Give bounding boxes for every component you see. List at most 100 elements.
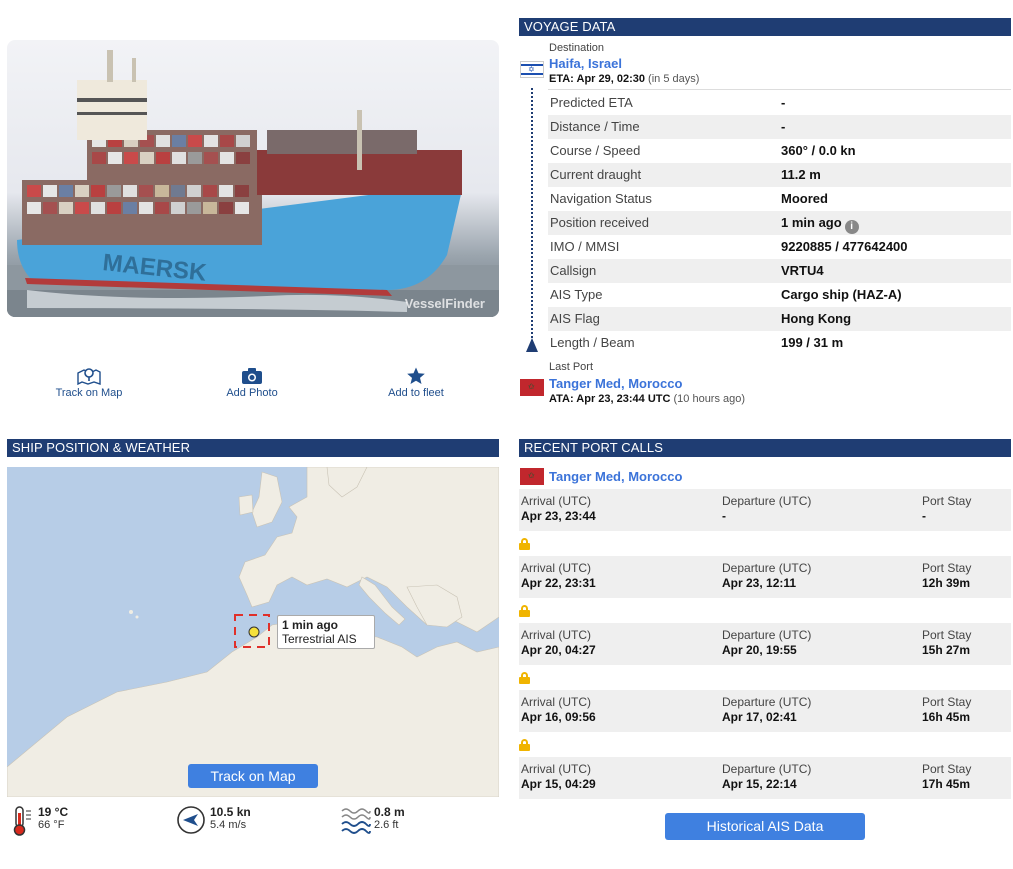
temp-celsius: 19 °C: [38, 805, 69, 819]
arrival-header: Arrival (UTC): [521, 762, 591, 776]
map-tooltip: 1 min ago Terrestrial AIS: [277, 615, 375, 649]
row-predicted-eta: Predicted ETA -: [548, 91, 1011, 115]
track-on-map-label: Track on Map: [55, 387, 123, 399]
recent-port-calls-header: RECENT PORT CALLS: [519, 439, 1011, 457]
departure-cell: Departure (UTC) -: [722, 494, 811, 524]
temp-fahrenheit: 66 °F: [38, 819, 65, 831]
row-callsign: Callsign VRTU4: [548, 259, 1011, 283]
row-label: Predicted ETA: [550, 95, 633, 110]
row-value: 9220885 / 477642400: [781, 239, 908, 254]
route-dotted-line: [531, 88, 533, 350]
stay-value: 15h 27m: [922, 643, 971, 657]
voyage-data-header: VOYAGE DATA: [519, 18, 1011, 36]
stay-cell: Port Stay -: [922, 494, 971, 524]
row-value: Moored: [781, 191, 828, 206]
departure-value: Apr 15, 22:14: [722, 777, 797, 791]
historical-ais-data-button[interactable]: Historical AIS Data: [665, 813, 865, 840]
israel-flag-icon: ✡: [520, 61, 544, 78]
row-label: Current draught: [550, 167, 642, 182]
ata-value: ATA: Apr 23, 23:44 UTC: [549, 393, 671, 405]
departure-header: Departure (UTC): [722, 762, 812, 776]
row-label: IMO / MMSI: [550, 239, 620, 254]
stay-cell: Port Stay 15h 27m: [922, 628, 971, 658]
departure-header: Departure (UTC): [722, 494, 812, 508]
arrival-header: Arrival (UTC): [521, 494, 591, 508]
row-value: VRTU4: [781, 263, 824, 278]
wave-meters: 0.8 m: [374, 805, 405, 819]
arrival-cell: Arrival (UTC) Apr 23, 23:44: [521, 494, 596, 524]
departure-header: Departure (UTC): [722, 628, 812, 642]
ship-illustration: MAERSK: [7, 50, 499, 317]
stay-value: -: [922, 509, 926, 523]
stay-header: Port Stay: [922, 695, 972, 709]
info-icon[interactable]: i: [844, 220, 859, 234]
wind-compass-icon: [177, 806, 205, 834]
stay-cell: Port Stay 16h 45m: [922, 695, 971, 725]
arrival-cell: Arrival (UTC) Apr 22, 23:31: [521, 561, 596, 591]
row-value: Cargo ship (HAZ-A): [781, 287, 902, 302]
row-value: 360° / 0.0 kn: [781, 143, 856, 158]
add-to-fleet-label: Add to fleet: [388, 387, 444, 399]
recent-port-calls-panel: RECENT PORT CALLS ✩ Tanger Med, Morocco …: [519, 439, 1011, 849]
ata-line: ATA: Apr 23, 23:44 UTC (10 hours ago): [549, 393, 745, 405]
map-canvas: [7, 467, 499, 797]
lock-icon[interactable]: [519, 538, 530, 550]
departure-value: Apr 17, 02:41: [722, 710, 797, 724]
row-value: 11.2 m: [781, 167, 821, 182]
departure-cell: Departure (UTC) Apr 17, 02:41: [722, 695, 811, 725]
destination-port-link[interactable]: Haifa, Israel: [549, 56, 622, 71]
arrival-header: Arrival (UTC): [521, 628, 591, 642]
row-value: 199 / 31 m: [781, 335, 844, 350]
stay-value: 12h 39m: [922, 576, 971, 590]
arrival-cell: Arrival (UTC) Apr 16, 09:56: [521, 695, 596, 725]
departure-header: Departure (UTC): [722, 561, 812, 575]
row-label: Callsign: [550, 263, 597, 278]
wave-icon: [341, 808, 371, 834]
stay-header: Port Stay: [922, 762, 972, 776]
add-to-fleet-action[interactable]: Add to fleet: [356, 367, 476, 399]
arrival-value: Apr 23, 23:44: [521, 509, 596, 523]
camera-icon: [242, 368, 262, 384]
stay-header: Port Stay: [922, 494, 972, 508]
lock-icon[interactable]: [519, 739, 530, 751]
ship-photo[interactable]: MAERSK VesselFinder: [7, 40, 499, 317]
row-value: Hong Kong: [781, 311, 852, 326]
morocco-flag-icon: ✩: [520, 379, 544, 396]
port-call-row: Arrival (UTC) Apr 23, 23:44 Departure (UT…: [519, 489, 1011, 531]
row-label: Course / Speed: [550, 143, 641, 158]
row-position-received: Position received 1 min ago i: [548, 211, 1011, 235]
voyage-data-panel: VOYAGE DATA Destination ✡ Haifa, Israel …: [519, 18, 1011, 418]
row-label: AIS Type: [550, 287, 603, 302]
wind-ms: 5.4 m/s: [210, 819, 247, 831]
add-photo-label: Add Photo: [226, 387, 278, 399]
tooltip-source: Terrestrial AIS: [282, 632, 357, 646]
row-value: 1 min ago: [781, 215, 842, 230]
arrival-header: Arrival (UTC): [521, 695, 591, 709]
track-on-map-action[interactable]: Track on Map: [29, 367, 149, 399]
star-icon: [407, 367, 425, 384]
row-label: Length / Beam: [550, 335, 635, 350]
stay-cell: Port Stay 17h 45m: [922, 762, 971, 792]
row-imo-mmsi: IMO / MMSI 9220885 / 477642400: [548, 235, 1011, 259]
row-distance-time: Distance / Time -: [548, 115, 1011, 139]
row-current-draught: Current draught 11.2 m: [548, 163, 1011, 187]
last-port-link[interactable]: Tanger Med, Morocco: [549, 376, 682, 391]
departure-cell: Departure (UTC) Apr 23, 12:11: [722, 561, 811, 591]
stay-cell: Port Stay 12h 39m: [922, 561, 971, 591]
tooltip-time: 1 min ago: [282, 618, 339, 632]
arrival-header: Arrival (UTC): [521, 561, 591, 575]
track-on-map-button[interactable]: Track on Map: [188, 764, 318, 788]
lock-icon[interactable]: [519, 672, 530, 684]
departure-value: Apr 23, 12:11: [722, 576, 797, 590]
add-photo-action[interactable]: Add Photo: [192, 367, 312, 399]
lock-icon[interactable]: [519, 605, 530, 617]
ata-note: (10 hours ago): [673, 393, 746, 405]
ship-position-header: SHIP POSITION & WEATHER: [7, 439, 499, 457]
arrival-value: Apr 16, 09:56: [521, 710, 596, 724]
eta-note: (in 5 days): [648, 73, 700, 85]
position-map[interactable]: 1 min ago Terrestrial AIS Track on Map: [7, 467, 499, 797]
departure-value: Apr 20, 19:55: [722, 643, 797, 657]
row-label: Navigation Status: [550, 191, 652, 206]
port-call-link[interactable]: Tanger Med, Morocco: [549, 469, 682, 484]
thermometer-icon: [13, 806, 31, 836]
